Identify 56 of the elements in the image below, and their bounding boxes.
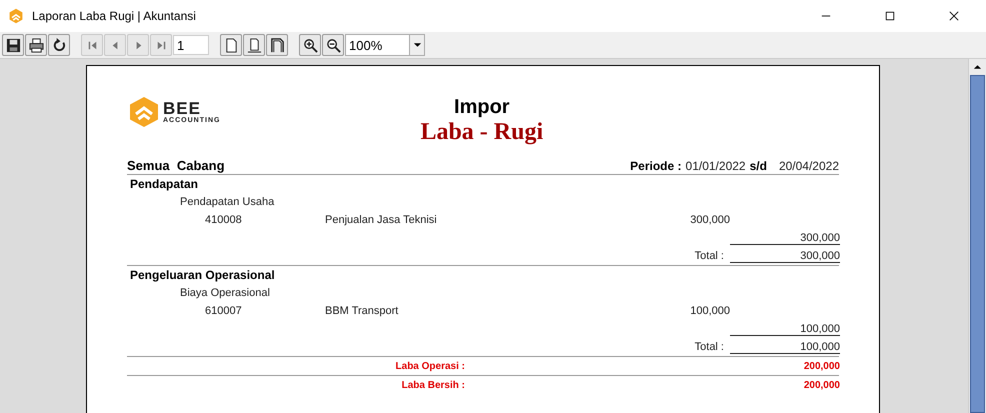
account-code: 410008 — [204, 214, 243, 226]
summary-value: 200,000 — [802, 360, 840, 372]
page-width-button[interactable] — [243, 34, 265, 56]
scroll-up-icon[interactable] — [973, 64, 982, 70]
previous-page-button[interactable] — [104, 34, 126, 56]
account-code: 610007 — [204, 305, 243, 317]
logo-name: BEE — [163, 100, 201, 117]
summary-value: 200,000 — [802, 380, 840, 390]
period-label: Periode : — [630, 159, 682, 173]
refresh-button[interactable] — [48, 34, 70, 56]
zoom-out-button[interactable] — [322, 34, 344, 56]
first-page-button[interactable] — [81, 34, 103, 56]
page-width-icon — [246, 38, 262, 52]
section-heading: Pendapatan — [129, 177, 198, 191]
bee-logo-icon — [129, 96, 159, 128]
account-amount: 300,000 — [689, 214, 730, 226]
report-title: Impor — [454, 96, 510, 119]
report-subtitle: Laba - Rugi — [420, 119, 544, 146]
window-title: Laporan Laba Rugi | Akuntansi — [32, 9, 196, 23]
caret-icon — [412, 42, 422, 48]
print-button[interactable] — [25, 34, 47, 56]
last-page-button[interactable] — [150, 34, 172, 56]
next-page-button[interactable] — [127, 34, 149, 56]
zoom-in-icon — [302, 38, 318, 52]
printer-icon — [28, 38, 44, 52]
summary-label: Laba Bersih : — [400, 380, 466, 390]
section-heading: Pengeluaran Operasional — [129, 268, 275, 282]
app-logo-icon — [8, 8, 24, 24]
account-name: Penjualan Jasa Teknisi — [325, 214, 438, 226]
single-page-button[interactable] — [220, 34, 242, 56]
group-subtotal: 300,000 — [730, 232, 840, 244]
refresh-icon — [52, 38, 66, 52]
page-icon — [224, 38, 238, 52]
period-separator: s/d — [750, 159, 767, 173]
page-number-field[interactable]: 1 — [173, 35, 209, 55]
period-start: 01/01/2022 — [686, 159, 746, 173]
group-name: Pendapatan Usaha — [179, 196, 274, 208]
zoom-out-icon — [326, 38, 340, 52]
group-subtotal: 100,000 — [730, 322, 840, 336]
zoom-in-button[interactable] — [299, 34, 321, 56]
total-value: 100,000 — [730, 340, 840, 354]
account-amount: 100,000 — [689, 305, 730, 317]
account-name: BBM Transport — [325, 305, 400, 317]
period-end: 20/04/2022 — [778, 159, 839, 173]
vertical-scrollbar[interactable] — [968, 59, 986, 413]
branch-label: Semua Cabang — [127, 158, 225, 173]
save-button[interactable] — [2, 34, 24, 56]
total-label: Total : — [694, 341, 725, 353]
zoom-dropdown[interactable]: 100% — [345, 34, 425, 56]
scroll-thumb[interactable] — [970, 75, 985, 413]
total-value: 300,000 — [730, 250, 840, 262]
stacked-pages-icon — [270, 38, 284, 52]
group-name: Biaya Operasional — [179, 287, 270, 299]
full-page-button[interactable] — [266, 34, 288, 56]
total-label: Total : — [694, 250, 725, 262]
summary-label: Laba Operasi : — [394, 360, 466, 372]
